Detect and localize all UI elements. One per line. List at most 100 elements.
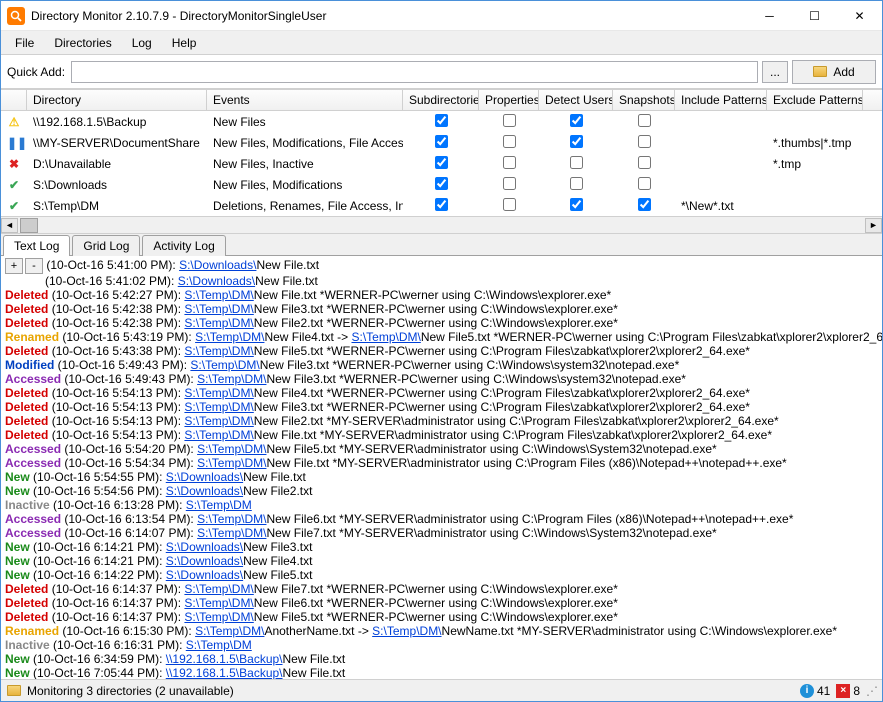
quick-add-bar: Quick Add: ... Add bbox=[1, 55, 882, 89]
log-path-link[interactable]: S:\Downloads\ bbox=[166, 484, 243, 498]
log-path-link[interactable]: S:\Downloads\ bbox=[166, 540, 243, 554]
snap-checkbox[interactable] bbox=[638, 114, 651, 127]
info-badge[interactable]: i 41 bbox=[800, 684, 830, 698]
menu-log[interactable]: Log bbox=[122, 33, 162, 53]
minimize-button[interactable]: ─ bbox=[747, 1, 792, 30]
log-path-link[interactable]: S:\Downloads\ bbox=[178, 274, 255, 288]
menu-directories[interactable]: Directories bbox=[44, 33, 121, 53]
log-path-link[interactable]: S:\Temp\DM bbox=[186, 638, 252, 652]
detect-checkbox[interactable] bbox=[570, 156, 583, 169]
col-events[interactable]: Events bbox=[207, 90, 403, 110]
col-include[interactable]: Include Patterns bbox=[675, 90, 767, 110]
quick-add-input[interactable] bbox=[71, 61, 758, 83]
log-line: Deleted (10-Oct-16 6:14:37 PM): S:\Temp\… bbox=[5, 582, 882, 596]
error-badge[interactable]: × 8 bbox=[836, 684, 860, 698]
log-path-link[interactable]: S:\Temp\DM\ bbox=[184, 302, 253, 316]
prop-checkbox[interactable] bbox=[503, 114, 516, 127]
log-path-link[interactable]: S:\Temp\DM\ bbox=[197, 526, 266, 540]
log-path-link[interactable]: S:\Temp\DM\ bbox=[197, 442, 266, 456]
close-button[interactable]: ✕ bbox=[837, 1, 882, 30]
resize-grip[interactable]: ⋰ bbox=[866, 684, 876, 698]
log-path-link[interactable]: S:\Temp\DM\ bbox=[184, 288, 253, 302]
scroll-right-icon[interactable]: ► bbox=[865, 218, 882, 233]
col-status[interactable] bbox=[1, 90, 27, 110]
log-path-link[interactable]: S:\Temp\DM\ bbox=[197, 456, 266, 470]
sub-checkbox[interactable] bbox=[435, 114, 448, 127]
table-row[interactable]: ⚠\\192.168.1.5\BackupNew Files bbox=[1, 111, 882, 132]
col-directory[interactable]: Directory bbox=[27, 90, 207, 110]
add-button[interactable]: Add bbox=[792, 60, 876, 84]
log-path-link[interactable]: S:\Temp\DM\ bbox=[184, 316, 253, 330]
prop-checkbox[interactable] bbox=[503, 135, 516, 148]
tab-activity-log[interactable]: Activity Log bbox=[142, 235, 225, 256]
log-path-link[interactable]: S:\Temp\DM\ bbox=[184, 414, 253, 428]
log-path-link[interactable]: S:\Downloads\ bbox=[166, 554, 243, 568]
detect-checkbox[interactable] bbox=[570, 135, 583, 148]
log-path-link[interactable]: S:\Temp\DM\ bbox=[184, 386, 253, 400]
event-label: Deleted bbox=[5, 400, 48, 414]
col-exclude[interactable]: Exclude Patterns bbox=[767, 90, 863, 110]
log-path-link[interactable]: S:\Temp\DM\ bbox=[195, 624, 264, 638]
log-path-link[interactable]: S:\Temp\DM\ bbox=[184, 344, 253, 358]
tab-text-log[interactable]: Text Log bbox=[3, 235, 70, 256]
table-row[interactable]: ✔S:\Temp\DMDeletions, Renames, File Acce… bbox=[1, 195, 882, 216]
log-path-link[interactable]: S:\Temp\DM\ bbox=[184, 428, 253, 442]
collapse-button[interactable]: - bbox=[25, 258, 43, 274]
snap-checkbox[interactable] bbox=[638, 156, 651, 169]
sub-checkbox[interactable] bbox=[435, 156, 448, 169]
sub-checkbox[interactable] bbox=[435, 177, 448, 190]
col-snapshots[interactable]: Snapshots bbox=[613, 90, 675, 110]
log-path-link[interactable]: S:\Temp\DM\ bbox=[351, 330, 420, 344]
snap-checkbox[interactable] bbox=[638, 198, 651, 211]
log-line: Accessed (10-Oct-16 5:54:34 PM): S:\Temp… bbox=[5, 456, 882, 470]
log-path-link[interactable]: S:\Temp\DM\ bbox=[184, 610, 253, 624]
detect-checkbox[interactable] bbox=[570, 177, 583, 190]
log-path-link[interactable]: \\192.168.1.5\Backup\ bbox=[166, 666, 283, 679]
scroll-left-icon[interactable]: ◄ bbox=[1, 218, 18, 233]
detect-checkbox[interactable] bbox=[570, 114, 583, 127]
snap-checkbox[interactable] bbox=[638, 177, 651, 190]
col-properties[interactable]: Properties bbox=[479, 90, 539, 110]
browse-button[interactable]: ... bbox=[762, 61, 788, 83]
log-path-link[interactable]: S:\Downloads\ bbox=[179, 258, 256, 272]
event-label: Deleted bbox=[5, 582, 48, 596]
tab-grid-log[interactable]: Grid Log bbox=[72, 235, 140, 256]
log-path-link[interactable]: S:\Temp\DM\ bbox=[190, 358, 259, 372]
sub-checkbox[interactable] bbox=[435, 135, 448, 148]
prop-checkbox[interactable] bbox=[503, 198, 516, 211]
text-log-area[interactable]: +- (10-Oct-16 5:41:00 PM): S:\Downloads\… bbox=[1, 256, 882, 679]
prop-checkbox[interactable] bbox=[503, 156, 516, 169]
detect-checkbox[interactable] bbox=[570, 198, 583, 211]
snap-checkbox[interactable] bbox=[638, 135, 651, 148]
log-path-link[interactable]: S:\Temp\DM\ bbox=[372, 624, 441, 638]
menu-help[interactable]: Help bbox=[162, 33, 207, 53]
log-path-link[interactable]: S:\Temp\DM\ bbox=[197, 512, 266, 526]
col-detect-users[interactable]: Detect Users bbox=[539, 90, 613, 110]
log-path-link[interactable]: \\192.168.1.5\Backup\ bbox=[166, 652, 283, 666]
prop-checkbox[interactable] bbox=[503, 177, 516, 190]
event-label: Deleted bbox=[5, 344, 48, 358]
table-row[interactable]: ✔S:\DownloadsNew Files, Modifications bbox=[1, 174, 882, 195]
event-label: Deleted bbox=[5, 596, 48, 610]
log-path-link[interactable]: S:\Temp\DM\ bbox=[197, 372, 266, 386]
table-row[interactable]: ✖D:\UnavailableNew Files, Inactive*.tmp bbox=[1, 153, 882, 174]
log-path-link[interactable]: S:\Downloads\ bbox=[166, 470, 243, 484]
log-path-link[interactable]: S:\Temp\DM bbox=[186, 498, 252, 512]
scroll-thumb[interactable] bbox=[20, 218, 38, 233]
status-icon: ✔ bbox=[1, 199, 27, 213]
col-subdirectories[interactable]: Subdirectories bbox=[403, 90, 479, 110]
folder-icon bbox=[813, 66, 827, 77]
table-row[interactable]: ❚❚\\MY-SERVER\DocumentShareNew Files, Mo… bbox=[1, 132, 882, 153]
error-icon: × bbox=[836, 684, 850, 698]
dir-cell: \\MY-SERVER\DocumentShare bbox=[27, 136, 207, 150]
log-path-link[interactable]: S:\Temp\DM\ bbox=[195, 330, 264, 344]
log-path-link[interactable]: S:\Downloads\ bbox=[166, 568, 243, 582]
maximize-button[interactable]: ☐ bbox=[792, 1, 837, 30]
expand-button[interactable]: + bbox=[5, 258, 23, 274]
sub-checkbox[interactable] bbox=[435, 198, 448, 211]
menu-file[interactable]: File bbox=[5, 33, 44, 53]
log-path-link[interactable]: S:\Temp\DM\ bbox=[184, 400, 253, 414]
log-path-link[interactable]: S:\Temp\DM\ bbox=[184, 582, 253, 596]
log-path-link[interactable]: S:\Temp\DM\ bbox=[184, 596, 253, 610]
grid-hscrollbar[interactable]: ◄ ► bbox=[1, 216, 882, 233]
